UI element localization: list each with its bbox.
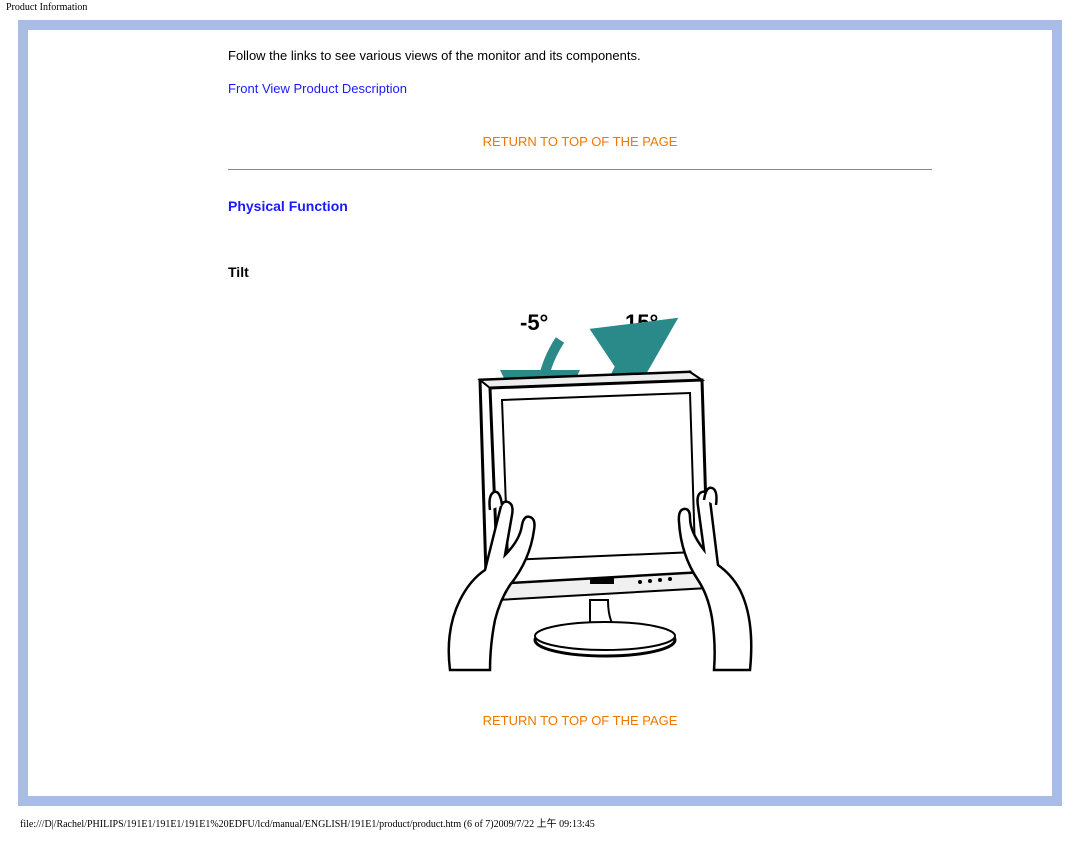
divider <box>228 169 932 170</box>
tilt-illustration: -5° 15° <box>228 300 932 683</box>
page-root: Product Information Follow the links to … <box>0 0 1080 848</box>
section-heading-physical-function: Physical Function <box>228 198 932 214</box>
front-view-link[interactable]: Front View Product Description <box>228 81 407 96</box>
outer-frame: Follow the links to see various views of… <box>18 20 1062 806</box>
intro-text: Follow the links to see various views of… <box>228 48 932 63</box>
return-top-link-1[interactable]: RETURN TO TOP OF THE PAGE <box>228 134 932 149</box>
tilt-label-forward: 15° <box>625 310 658 335</box>
content-column: Follow the links to see various views of… <box>228 48 932 748</box>
tilt-heading: Tilt <box>228 264 932 280</box>
footer-file-path: file:///D|/Rachel/PHILIPS/191E1/191E1/19… <box>20 815 595 830</box>
inner-page: Follow the links to see various views of… <box>28 30 1052 796</box>
tilt-diagram-icon: -5° 15° <box>390 300 770 680</box>
page-header-title: Product Information <box>6 2 87 13</box>
tilt-label-back: -5° <box>520 310 548 335</box>
return-top-link-2[interactable]: RETURN TO TOP OF THE PAGE <box>228 713 932 728</box>
